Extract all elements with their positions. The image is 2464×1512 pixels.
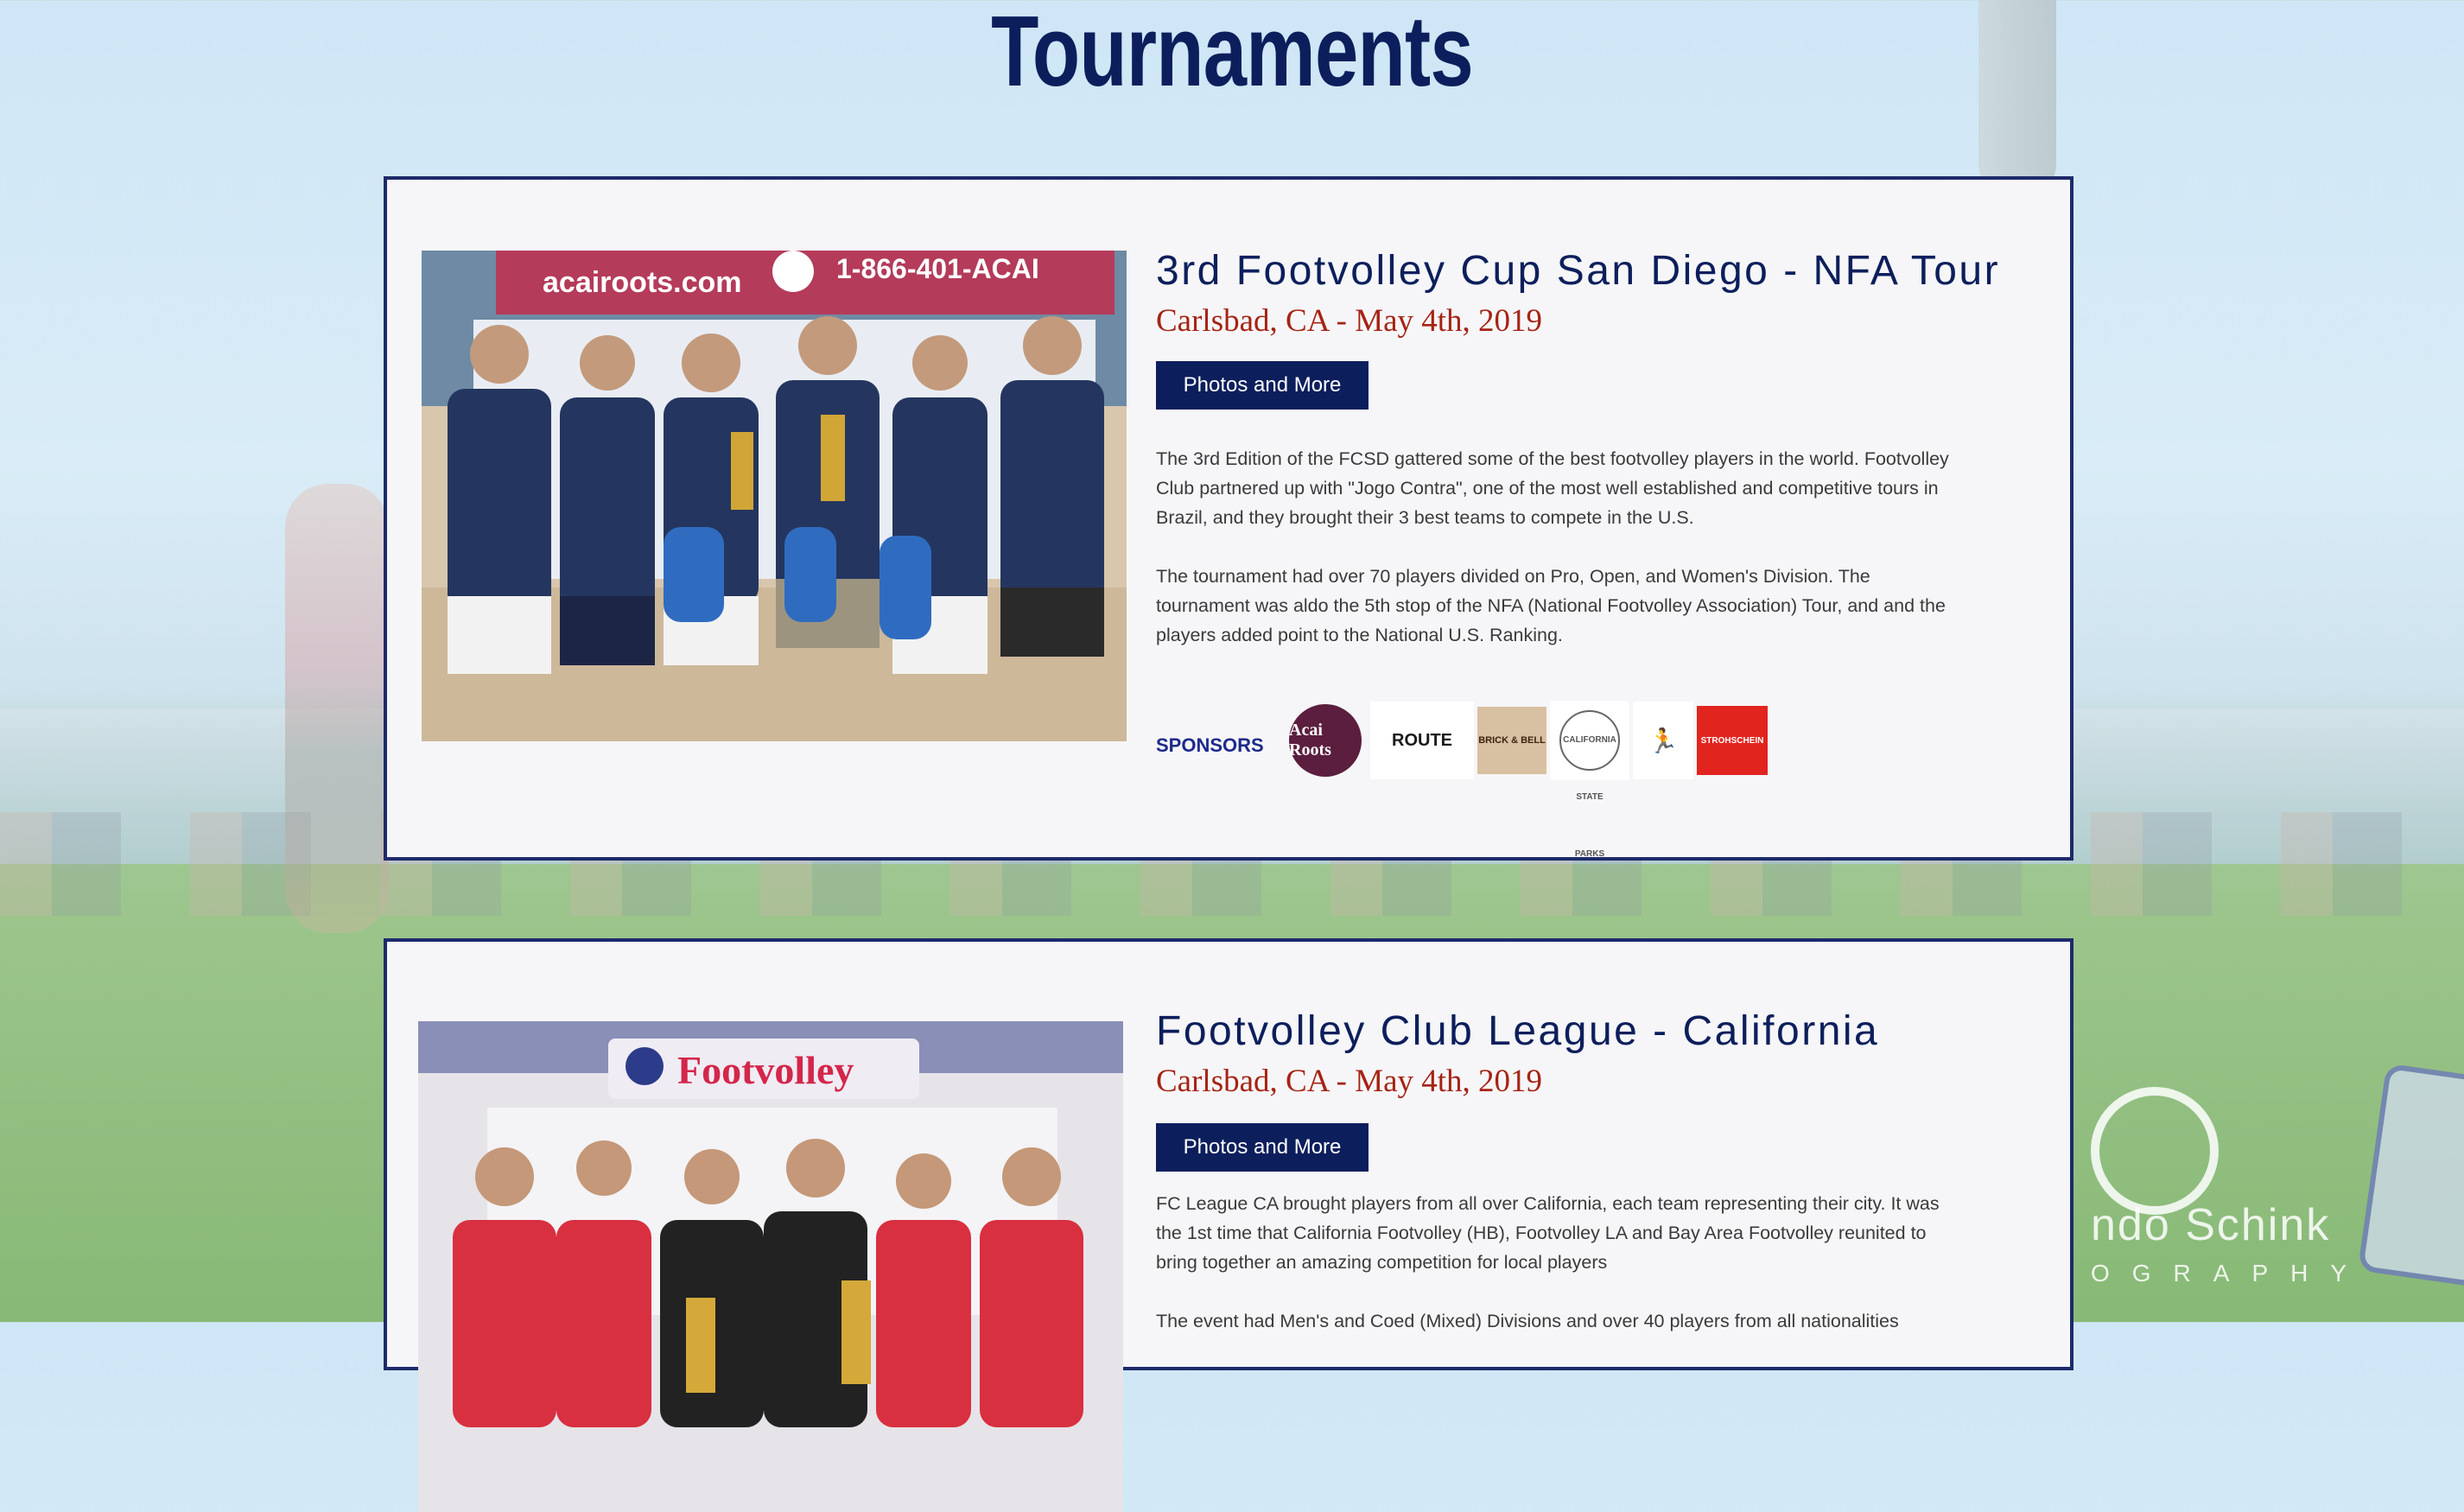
watermark-sub: OGRAPHY	[2091, 1260, 2370, 1286]
photo-banner-text: acairoots.com	[543, 266, 742, 299]
sponsor-logos: Acai Roots ROUTE BRICK & BELL CALIFORNIA…	[1289, 698, 1771, 859]
acai-roots-logo[interactable]: Acai Roots	[1289, 704, 1362, 777]
photos-and-more-button[interactable]: Photos and More	[1156, 361, 1369, 410]
page-title: Tournaments	[991, 0, 1474, 107]
description-paragraph: FC League CA brought players from all ov…	[1156, 1193, 1940, 1273]
description-paragraph: The tournament had over 70 players divid…	[1156, 566, 1946, 645]
state-parks-seal-text: CALIFORNIA STATE PARKS	[1559, 710, 1620, 859]
tournament-photo[interactable]: Footvolley	[418, 1021, 1123, 1512]
tournament-title: 3rd Footvolley Cup San Diego - NFA Tour	[1156, 248, 2001, 294]
photo-banner-text: Footvolley	[677, 1048, 854, 1092]
tournament-location-date: Carlsbad, CA - May 4th, 2019	[1156, 303, 1543, 339]
description-paragraph: The 3rd Edition of the FCSD gattered som…	[1156, 448, 1949, 528]
route-logo[interactable]: ROUTE	[1370, 702, 1474, 779]
photo-phone-text: 1-866-401-ACAI	[836, 253, 1039, 284]
background-person	[285, 484, 389, 933]
aperture-icon	[2091, 1087, 2219, 1215]
team-photo-image: Footvolley	[418, 1021, 1123, 1512]
watermark-name: ndo Schink	[2091, 1200, 2331, 1250]
tournament-card: acairoots.com 1-866-401-ACAI 3rd Footvol…	[384, 176, 2073, 861]
photos-and-more-button[interactable]: Photos and More	[1156, 1123, 1369, 1172]
brick-and-bell-logo[interactable]: BRICK & BELL	[1477, 707, 1546, 774]
tournament-location-date: Carlsbad, CA - May 4th, 2019	[1156, 1064, 1543, 1099]
tournament-description: FC League CA brought players from all ov…	[1156, 1189, 1951, 1365]
tournament-title: Footvolley Club League - California	[1156, 1008, 1880, 1054]
strohschein-logo[interactable]: STROHSCHEIN	[1697, 706, 1768, 775]
tournament-description: The 3rd Edition of the FCSD gattered som…	[1156, 444, 1951, 679]
california-state-parks-logo[interactable]: CALIFORNIA STATE PARKS	[1550, 701, 1629, 859]
athletic-club-figure-logo[interactable]: 🏃	[1633, 702, 1693, 779]
tournament-card: Footvolley Footvolley Club League - Cali…	[384, 938, 2073, 1512]
description-paragraph: The event had Men's and Coed (Mixed) Div…	[1156, 1311, 1899, 1331]
sponsors-label: SPONSORS	[1156, 734, 1264, 756]
tournament-photo[interactable]: acairoots.com 1-866-401-ACAI	[422, 251, 1127, 741]
team-photo-image: acairoots.com 1-866-401-ACAI	[422, 251, 1127, 741]
